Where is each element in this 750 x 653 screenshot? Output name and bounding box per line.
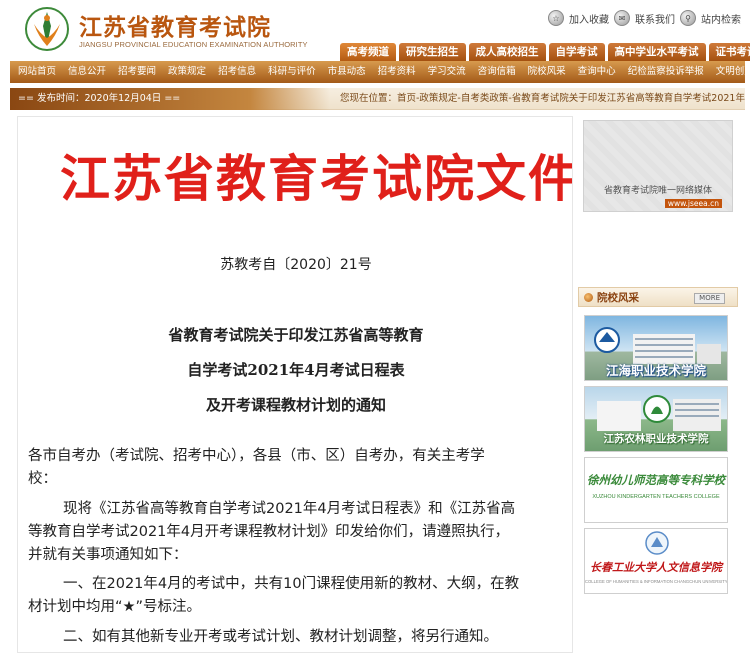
banner-pattern: [584, 121, 732, 211]
info-bar: == 发布时间：2020年12月04日 == 您现在位置：首页-政策规定-自考类…: [10, 88, 745, 110]
nav-item-city-news[interactable]: 市县动态: [328, 61, 366, 83]
school-name: 江海职业技术学院: [605, 363, 706, 378]
nav-item-research[interactable]: 科研与评价: [268, 61, 316, 83]
breadcrumb[interactable]: 您现在位置：首页-政策规定-自考类政策-省教育考试院关于印发江苏省高等教育自学考…: [340, 88, 745, 110]
document-red-header: 江苏省教育考试院文件: [60, 149, 573, 208]
document-title-line-3: 及开考课程教材计划的通知: [205, 396, 386, 414]
school-card-jiangsu-agri[interactable]: 江苏农林职业技术学院: [584, 386, 728, 452]
document-title-line-2: 自学考试2021年4月考试日程表: [187, 361, 405, 379]
paragraph-1-line-1: 现将《江苏省高等教育自学考试2021年4月考试日程表》和《江苏省高: [63, 501, 516, 517]
sidebar-banner-ad[interactable]: 省教育考试院唯一网络媒体 www.jseea.cn: [583, 120, 733, 212]
nav-item-policy[interactable]: 政策规定: [168, 61, 206, 83]
paragraph-1-line-2: 等教育自学考试2021年4月开考课程教材计划》印发给你们，请遵照执行，: [28, 524, 510, 540]
nav-item-mailbox[interactable]: 咨询信箱: [478, 61, 516, 83]
school-card-jianghai[interactable]: 江海职业技术学院: [584, 315, 728, 381]
salutation-line-2: 校：: [28, 471, 57, 487]
nav-item-disclosure[interactable]: 信息公开: [68, 61, 106, 83]
school-name: 江苏农林职业技术学院: [603, 433, 709, 445]
school-showcase-header: 院校风采 MORE: [578, 287, 738, 307]
tab-graduate[interactable]: 研究生招生: [399, 43, 466, 61]
tab-self-study[interactable]: 自学考试: [548, 43, 605, 61]
school-card-changchun-tech[interactable]: 长春工业大学人文信息学院 COLLEGE OF HUMANITIES & INF…: [584, 528, 728, 594]
bookmark-icon: ☆: [548, 10, 564, 26]
paragraph-2-line-1: 一、在2021年4月的考试中，共有10门课程使用新的教材、大纲，在教: [63, 576, 520, 592]
nav-item-news[interactable]: 招考要闻: [118, 61, 156, 83]
nav-item-report[interactable]: 纪检监察投诉举报: [628, 61, 704, 83]
contact-us-link[interactable]: ✉ 联系我们: [614, 10, 675, 26]
article-content: 江苏省教育考试院文件 苏教考自〔2020〕21号 省教育考试院关于印发江苏省高等…: [17, 116, 573, 653]
more-button[interactable]: MORE: [694, 293, 725, 304]
publish-date: == 发布时间：2020年12月04日 ==: [10, 88, 330, 110]
nav-item-exchange[interactable]: 学习交流: [428, 61, 466, 83]
paragraph-3-line-1: 二、如有其他新专业开考或考试计划、教材计划调整，将另行通知。: [63, 629, 498, 645]
school-english-name: COLLEGE OF HUMANITIES & INFORMATION CHAN…: [585, 579, 728, 584]
document-title-line-1: 省教育考试院关于印发江苏省高等教育: [168, 326, 424, 344]
search-icon: ⚲: [680, 10, 696, 26]
bullet-icon: [584, 293, 593, 302]
add-favorite-link[interactable]: ☆ 加入收藏: [548, 10, 609, 26]
nav-item-schools[interactable]: 院校风采: [528, 61, 566, 83]
site-header: 江苏省教育考试院 JIANGSU PROVINCIAL EDUCATION EX…: [0, 0, 750, 61]
banner-ad-url: www.jseea.cn: [664, 199, 722, 208]
nav-item-materials[interactable]: 招考资料: [378, 61, 416, 83]
emblem-logo-icon[interactable]: [24, 6, 70, 52]
tab-gaokao[interactable]: 高考频道: [340, 43, 396, 61]
nav-item-info[interactable]: 招考信息: [218, 61, 256, 83]
site-title: 江苏省教育考试院: [79, 15, 271, 41]
school-english-name: XUZHOU KINDERGARTEN TEACHERS COLLEGE: [592, 494, 720, 500]
school-name: 长春工业大学人文信息学院: [590, 561, 722, 574]
nav-item-home[interactable]: 网站首页: [18, 61, 56, 83]
tab-adult-college[interactable]: 成人高校招生: [468, 43, 546, 61]
banner-ad-text: 省教育考试院唯一网络媒体: [603, 186, 712, 196]
nav-item-query[interactable]: 查询中心: [578, 61, 616, 83]
school-card-xuzhou-kindergarten[interactable]: 徐州幼儿师范高等专科学校 XUZHOU KINDERGARTEN TEACHER…: [584, 457, 728, 523]
paragraph-1-line-3: 并就有关事项通知如下：: [28, 547, 188, 563]
school-showcase-title: 院校风采: [597, 292, 639, 304]
tab-certificate[interactable]: 证书考试: [708, 43, 750, 61]
contact-icon: ✉: [614, 10, 630, 26]
document-number: 苏教考自〔2020〕21号: [220, 257, 372, 273]
site-subtitle: JIANGSU PROVINCIAL EDUCATION EXAMINATION…: [79, 40, 308, 49]
tab-high-school-exam[interactable]: 高中学业水平考试: [607, 43, 706, 61]
salutation-line-1: 各市自考办（考试院、招考中心），各县（市、区）自考办，有关主考学: [28, 448, 485, 464]
channel-tabs: 高考频道 研究生招生 成人高校招生 自学考试 高中学业水平考试 证书考试: [340, 43, 750, 61]
main-nav: 网站首页 信息公开 招考要闻 政策规定 招考信息 科研与评价 市县动态 招考资料…: [10, 61, 745, 83]
paragraph-2-line-2: 材计划中均用“★”号标注。: [28, 599, 202, 615]
school-name: 徐州幼儿师范高等专科学校: [587, 473, 725, 487]
site-search-link[interactable]: ⚲ 站内检索: [680, 10, 741, 26]
nav-item-civilization[interactable]: 文明创建: [716, 61, 745, 83]
school-showcase-panel: 院校风采 MORE 江海职业技术学院 江苏农林职业技术学院 徐州幼儿师范高等专科…: [578, 287, 738, 653]
